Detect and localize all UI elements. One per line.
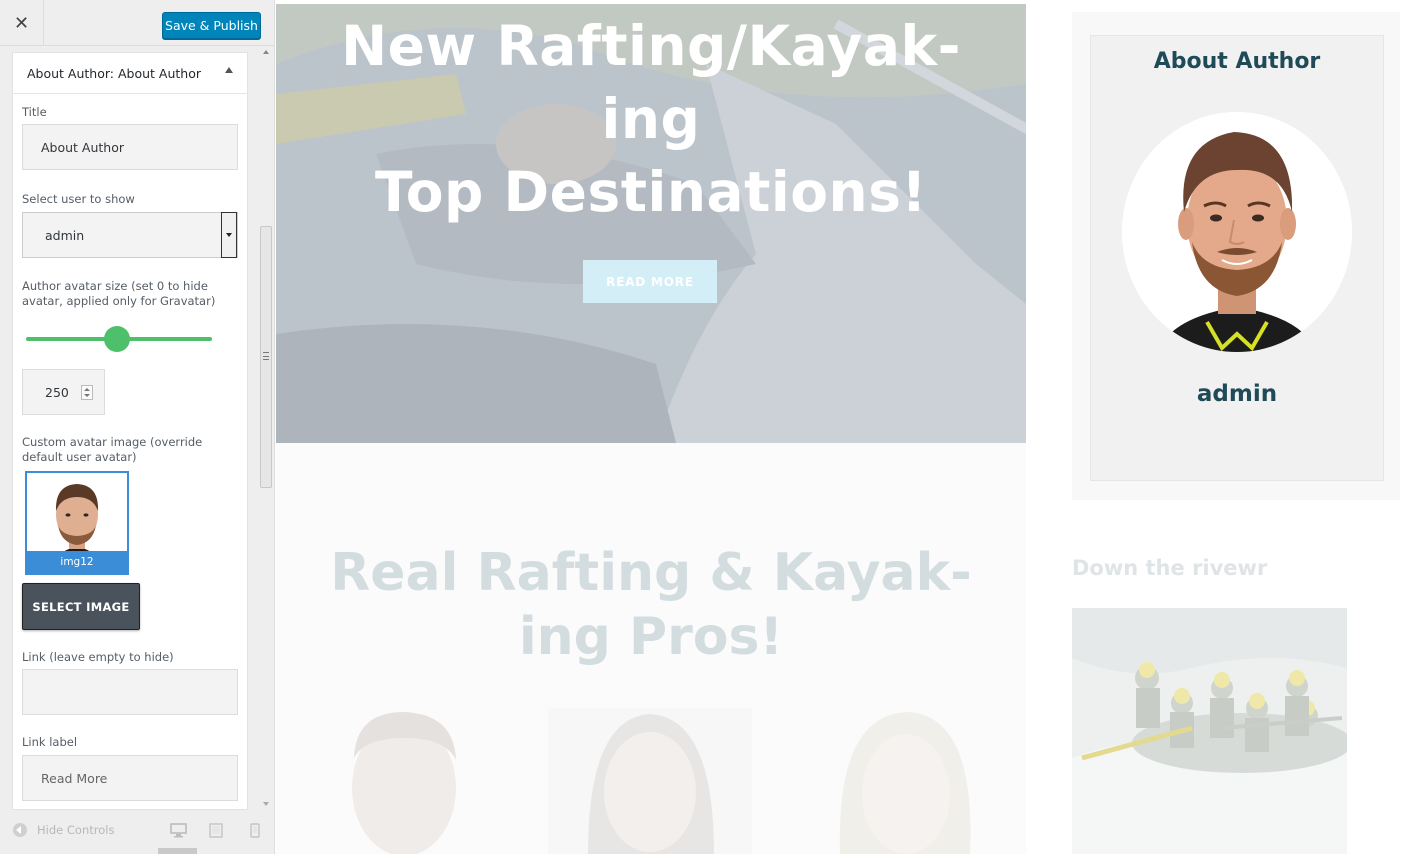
rafting-photo: [1072, 608, 1347, 854]
hide-controls-button[interactable]: Hide Controls: [13, 823, 114, 837]
pros-title-line-1: Real Rafting & Kayak-: [330, 543, 972, 603]
hero-title: New Rafting/Kayak- ing Top Destinations!: [276, 10, 1026, 229]
custom-avatar-label: Custom avatar image (override default us…: [22, 435, 203, 464]
pros-title-line-2: ing Pros!: [518, 607, 784, 667]
hero-title-line-3: Top Destinations!: [374, 160, 928, 224]
user-select[interactable]: admin: [22, 212, 238, 258]
read-more-button[interactable]: READ MORE: [583, 260, 717, 303]
collapse-arrow-icon[interactable]: [225, 67, 233, 73]
user-select-value: admin: [45, 227, 85, 243]
team-photo-2: [548, 708, 752, 854]
avatar-image-thumbnail[interactable]: img12: [25, 471, 129, 575]
avatar: [1122, 112, 1352, 352]
spinner-icon[interactable]: [81, 385, 93, 400]
pros-title: Real Rafting & Kayak- ing Pros!: [276, 541, 1026, 669]
hide-controls-label: Hide Controls: [37, 823, 115, 837]
save-publish-button[interactable]: Save & Publish: [162, 12, 261, 39]
team-member-photo: [800, 708, 1004, 854]
scrollbar[interactable]: [259, 46, 273, 810]
grip-icon: [263, 352, 269, 360]
author-avatar-photo: [1122, 112, 1352, 352]
title-label: Title: [22, 105, 47, 119]
mobile-icon[interactable]: [250, 823, 260, 838]
title-field[interactable]: About Author: [22, 124, 238, 170]
image-caption: img12: [27, 551, 127, 573]
hero-banner: New Rafting/Kayak- ing Top Destinations!…: [276, 4, 1026, 443]
close-icon[interactable]: ✕: [0, 0, 44, 46]
about-author-widget: About Author admin: [1072, 12, 1400, 500]
avatar-size-input[interactable]: 250: [22, 369, 105, 415]
section-header[interactable]: About Author: About Author: [13, 53, 247, 94]
down-river-title: Down the rivewr: [1072, 556, 1268, 580]
collapse-icon: [13, 823, 27, 837]
select-image-button[interactable]: SELECT IMAGE: [22, 583, 140, 630]
tablet-icon[interactable]: [209, 823, 223, 838]
team-photo-1: [296, 708, 500, 854]
slider-handle[interactable]: [104, 326, 131, 352]
about-author-card: About Author admin: [1090, 35, 1384, 481]
link-text-label: Link label: [22, 735, 78, 749]
user-select-label: Select user to show: [22, 192, 135, 206]
author-name: admin: [1196, 381, 1278, 407]
widget-title: About Author: [1153, 49, 1321, 74]
hero-title-line-2: ing: [601, 87, 701, 151]
customizer-header: ✕ Save & Publish: [0, 0, 274, 46]
scroll-up-icon[interactable]: [263, 50, 269, 54]
link-label: Link (leave empty to hide): [22, 650, 174, 664]
scroll-down-icon[interactable]: [263, 802, 269, 806]
chevron-down-icon[interactable]: [221, 212, 237, 258]
hero-title-line-1: New Rafting/Kayak-: [341, 14, 961, 78]
pros-section: Real Rafting & Kayak- ing Pros!: [276, 443, 1026, 854]
link-text-field[interactable]: Read More: [22, 755, 238, 801]
customizer-footer: Hide Controls: [0, 812, 274, 854]
device-indicator: [158, 848, 197, 854]
customizer-panel: ✕ Save & Publish About Author: About Aut…: [0, 0, 275, 854]
section-title: About Author: About Author: [27, 66, 201, 81]
river-image: [1072, 608, 1347, 854]
team-member-photo: [548, 708, 752, 854]
avatar-size-slider[interactable]: [22, 309, 238, 369]
avatar-size-value: 250: [45, 384, 69, 400]
team-photo-3: [800, 708, 1004, 854]
team-member-photo: [296, 708, 500, 854]
link-field[interactable]: [22, 669, 238, 715]
widget-settings-panel: About Author: About Author Title About A…: [12, 52, 248, 810]
desktop-icon[interactable]: [170, 823, 187, 838]
avatar-size-label: Author avatar size (set 0 to hide avatar…: [22, 279, 216, 308]
